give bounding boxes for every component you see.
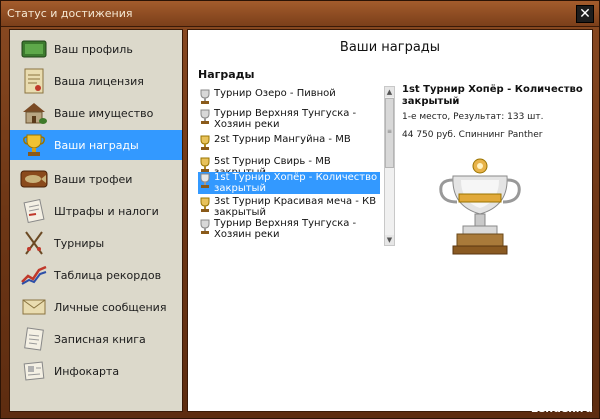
license-certificate-icon xyxy=(20,68,48,94)
notebook-icon xyxy=(20,326,48,352)
silver-cup-icon xyxy=(200,89,210,104)
trophy-icon xyxy=(20,132,48,158)
awards-heading: Награды xyxy=(198,68,255,81)
scroll-up-arrow-icon[interactable]: ▲ xyxy=(385,87,394,97)
sidebar-item-label: Ваши награды xyxy=(54,138,139,152)
silver-cup-icon xyxy=(200,109,210,124)
page-title: Ваши награды xyxy=(339,40,441,55)
scroll-thumb[interactable]: ≡ xyxy=(385,98,394,168)
list-item-selected[interactable]: 1st Турнир Хопёр - Количество закрытый xyxy=(198,172,380,194)
sidebar-item-trophies[interactable]: Ваши трофеи xyxy=(10,164,182,194)
sidebar-item-label: Ваш профиль xyxy=(54,42,133,56)
fish-trophy-icon xyxy=(20,166,48,192)
window-title: Статус и достижения xyxy=(7,7,133,20)
close-button[interactable]: ✕ xyxy=(576,5,594,23)
sidebar-item-label: Ваша лицензия xyxy=(54,74,144,88)
sidebar-item-profile[interactable]: Ваш профиль xyxy=(10,34,182,64)
list-item[interactable]: Турнир Верхняя Тунгуска - Хозяин реки xyxy=(198,108,380,130)
sidebar-item-awards[interactable]: Ваши награды xyxy=(10,130,182,160)
sidebar-item-license[interactable]: Ваша лицензия xyxy=(10,66,182,96)
house-property-icon xyxy=(20,100,48,126)
list-item[interactable]: Турнир Озеро - Пивной xyxy=(198,88,380,106)
profile-card-icon xyxy=(20,36,48,62)
award-detail-title: 1st Турнир Хопёр - Количество закрытый xyxy=(402,84,583,107)
list-item[interactable]: 3st Турнир Красивая меча - КВ закрытый xyxy=(198,196,380,218)
info-card-icon xyxy=(20,358,48,384)
award-text: 3st Турнир Красивая меча - КВ закрытый xyxy=(214,196,377,218)
award-text: 1st Турнир Хопёр - Количество закрытый xyxy=(214,172,378,194)
sidebar-item-notebook[interactable]: Записная книга xyxy=(10,324,182,354)
silver-cup-icon xyxy=(200,219,210,234)
fines-document-icon xyxy=(20,198,48,224)
watermark: Lendex.ru xyxy=(530,402,593,415)
sidebar-item-fines[interactable]: Штрафы и налоги xyxy=(10,196,182,226)
sidebar-item-property[interactable]: Ваше имущество xyxy=(10,98,182,128)
sidebar-item-label: Таблица рекордов xyxy=(54,268,162,282)
sidebar-item-messages[interactable]: Личные сообщения xyxy=(10,292,182,322)
sidebar-item-infocard[interactable]: Инфокарта xyxy=(10,356,182,386)
award-text: Турнир Озеро - Пивной xyxy=(214,88,336,99)
sidebar-item-label: Инфокарта xyxy=(54,364,120,378)
silver-cup-icon xyxy=(200,173,210,188)
award-detail-result: 1-е место, Результат: 133 шт. xyxy=(402,112,544,122)
list-item[interactable]: 2st Турнир Мангуйна - МВ xyxy=(198,134,380,152)
list-item[interactable]: Турнир Верхняя Тунгуска - Хозяин реки xyxy=(198,218,380,240)
messages-envelope-icon xyxy=(20,294,48,320)
sidebar-item-label: Штрафы и налоги xyxy=(54,204,159,218)
award-text: Турнир Верхняя Тунгуска - Хозяин реки xyxy=(214,108,357,130)
award-text: Турнир Верхняя Тунгуска - Хозяин реки xyxy=(214,218,357,240)
trophy-image-icon xyxy=(439,158,521,255)
records-chart-icon xyxy=(20,262,48,288)
status-achievements-window: Статус и достижения ✕ Ваш профиль Ваша л… xyxy=(0,0,600,419)
sidebar-item-tournaments[interactable]: Турниры xyxy=(10,228,182,258)
awards-panel: Ваши награды Награды Турнир Озеро - Пивн… xyxy=(187,29,593,412)
scroll-down-arrow-icon[interactable]: ▼ xyxy=(385,235,394,245)
gold-cup-icon xyxy=(200,135,210,150)
award-text: 2st Турнир Мангуйна - МВ xyxy=(214,134,351,145)
gold-cup-icon xyxy=(200,197,210,212)
sidebar-item-label: Ваши трофеи xyxy=(54,172,133,186)
crossed-rods-icon xyxy=(20,230,48,256)
sidebar-item-label: Турниры xyxy=(54,236,105,250)
sidebar-item-records[interactable]: Таблица рекордов xyxy=(10,260,182,290)
award-list: Турнир Озеро - Пивной Турнир Верхняя Тун… xyxy=(198,86,388,246)
sidebar-item-label: Личные сообщения xyxy=(54,300,167,314)
sidebar: Ваш профиль Ваша лицензия Ваше имущество… xyxy=(9,29,183,412)
title-bar[interactable]: Статус и достижения ✕ xyxy=(1,1,599,27)
sidebar-item-label: Ваше имущество xyxy=(54,106,154,120)
award-list-scrollbar[interactable]: ▲ ≡ ▼ xyxy=(384,86,395,246)
sidebar-item-label: Записная книга xyxy=(54,332,146,346)
award-detail-prize: 44 750 руб. Спиннинг Panther xyxy=(402,130,543,140)
